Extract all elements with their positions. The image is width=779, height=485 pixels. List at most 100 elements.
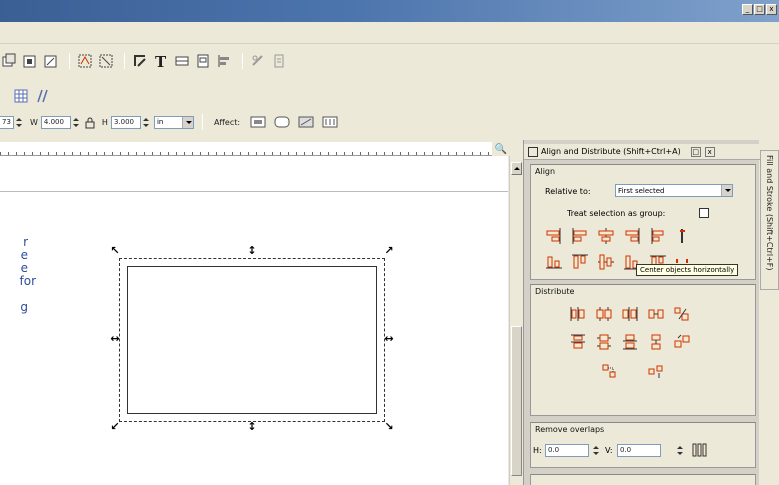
toolbar-separator: [242, 53, 243, 69]
panel-iconify-button[interactable]: □: [690, 146, 701, 157]
distribute-right-edges-icon[interactable]: [621, 305, 639, 323]
scroll-thumb[interactable]: [511, 326, 522, 476]
group-icon[interactable]: [76, 52, 94, 70]
unclump-icon[interactable]: [673, 333, 691, 351]
height-field[interactable]: 3.000: [110, 115, 141, 129]
align-right-edges-to-left-anchor-icon[interactable]: [545, 227, 563, 245]
panel-close-button[interactable]: x: [704, 146, 715, 157]
align-top-edges-icon[interactable]: [571, 253, 589, 271]
align-group-title: Align: [535, 167, 556, 176]
align-left-edges-icon[interactable]: [571, 227, 589, 245]
w-label: W: [30, 117, 38, 127]
scale-handle-ne[interactable]: ↗: [384, 245, 394, 256]
fill-stroke-side-tab[interactable]: Fill and Stroke (Shift+Ctrl+F): [760, 150, 779, 290]
align-distribute-panel: Align and Distribute (Shift+Ctrl+A) □ x …: [523, 140, 760, 485]
duplicate-icon[interactable]: [0, 52, 18, 70]
magnifier-icon[interactable]: 🔍: [493, 142, 509, 156]
close-button[interactable]: x: [766, 4, 777, 15]
remove-overlaps-group: Remove overlaps H: 0.0 V: 0.0: [530, 422, 756, 468]
caption-fragment: for: [19, 274, 37, 288]
page-rectangle[interactable]: [127, 266, 377, 414]
distribute-top-edges-icon[interactable]: [569, 333, 587, 351]
center-horizontally-icon[interactable]: [597, 227, 615, 245]
preferences-icon[interactable]: [249, 52, 267, 70]
horizontal-ruler: [0, 142, 492, 156]
document-properties-icon[interactable]: [194, 52, 212, 70]
width-field[interactable]: 4.000: [40, 115, 71, 129]
scale-handle-n[interactable]: ↕: [247, 245, 257, 256]
align-distribute-icon[interactable]: [215, 52, 233, 70]
xml-editor-icon[interactable]: [173, 52, 191, 70]
x-field[interactable]: 73: [0, 115, 14, 129]
distribute-gaps-v-icon[interactable]: [647, 333, 665, 351]
distribute-gaps-h-icon[interactable]: [647, 305, 665, 323]
panel-header: Align and Distribute (Shift+Ctrl+A) □ x: [524, 144, 760, 160]
overlap-h-spinner[interactable]: [592, 444, 600, 457]
scale-handle-nw[interactable]: ↖: [110, 245, 120, 256]
ungroup-icon[interactable]: [97, 52, 115, 70]
lock-icon[interactable]: [84, 115, 96, 129]
toolbar-separator: [124, 53, 125, 69]
title-bar: _ □ x: [0, 0, 779, 22]
overlap-h-field[interactable]: 0.0: [545, 444, 589, 457]
align-panel-icon: [528, 146, 538, 157]
relative-to-select[interactable]: First selected: [615, 184, 733, 197]
align-left-to-right-anchor-icon[interactable]: [649, 227, 667, 245]
grid-icon[interactable]: [12, 87, 30, 105]
distribute-bottom-edges-icon[interactable]: [621, 333, 639, 351]
align-right-edges-icon[interactable]: [623, 227, 641, 245]
treat-as-group-checkbox[interactable]: [699, 208, 709, 218]
unlink-clone-icon[interactable]: [42, 52, 60, 70]
align-group: Align Relative to: First selected Treat …: [530, 164, 756, 280]
maximize-button[interactable]: □: [754, 4, 765, 15]
align-bottom-to-top-anchor-icon[interactable]: [545, 253, 563, 271]
affect-stroke-width-icon[interactable]: [249, 114, 267, 130]
height-spinner[interactable]: [142, 116, 150, 129]
scale-handle-w[interactable]: ↔: [110, 333, 120, 344]
overlap-h-label: H:: [533, 446, 542, 455]
distribute-group: Distribute: [530, 284, 756, 416]
minimize-button[interactable]: _: [742, 4, 753, 15]
side-tab-label: Fill and Stroke (Shift+Ctrl+F): [765, 155, 774, 271]
scale-handle-e[interactable]: ↔: [384, 333, 394, 344]
distribute-centers-v-icon[interactable]: [595, 333, 613, 351]
x-spinner[interactable]: [15, 116, 23, 129]
width-spinner[interactable]: [72, 116, 80, 129]
connector-network-group: [530, 474, 756, 485]
chevron-down-icon: [721, 185, 732, 196]
affect-gradients-icon[interactable]: [297, 114, 315, 130]
randomize-icon[interactable]: [673, 305, 691, 323]
unit-select[interactable]: in: [153, 115, 194, 129]
scale-handle-se[interactable]: ↘: [384, 421, 394, 432]
clone-icon[interactable]: [21, 52, 39, 70]
panel-title: Align and Distribute (Shift+Ctrl+A): [541, 147, 681, 156]
relative-to-value: First selected: [618, 186, 665, 195]
overlap-v-spinner[interactable]: [676, 444, 684, 457]
fill-stroke-icon[interactable]: [131, 52, 149, 70]
scale-handle-s[interactable]: ↕: [247, 421, 257, 432]
align-baseline-icon[interactable]: [673, 227, 691, 245]
exchange-positions-icon[interactable]: [647, 363, 665, 381]
trace-bitmap-icon[interactable]: [270, 52, 288, 70]
distribute-centers-h-icon[interactable]: [595, 305, 613, 323]
distribute-left-edges-icon[interactable]: [569, 305, 587, 323]
remove-overlaps-icon[interactable]: [691, 441, 709, 459]
distribute-nodes-icon[interactable]: [601, 363, 619, 381]
caption-fragment: g: [20, 300, 28, 314]
overlap-v-label: V:: [605, 446, 613, 455]
relative-to-label: Relative to:: [545, 187, 591, 196]
scroll-up-button[interactable]: [511, 162, 522, 175]
overlap-v-field[interactable]: 0.0: [617, 444, 661, 457]
affect-patterns-icon[interactable]: [321, 114, 339, 130]
canvas-upper-strip: [0, 156, 508, 192]
snap-toolbar: [0, 86, 54, 106]
guides-icon[interactable]: [33, 87, 51, 105]
svg-text:T: T: [155, 53, 167, 69]
scale-handle-sw[interactable]: ↙: [110, 421, 120, 432]
menu-bar: [0, 22, 779, 44]
tooltip: Center objects horizontally: [636, 264, 739, 276]
text-icon[interactable]: T: [152, 52, 170, 70]
affect-corners-icon[interactable]: [273, 114, 291, 130]
vertical-scrollbar[interactable]: [509, 156, 523, 485]
center-vertically-icon[interactable]: [597, 253, 615, 271]
